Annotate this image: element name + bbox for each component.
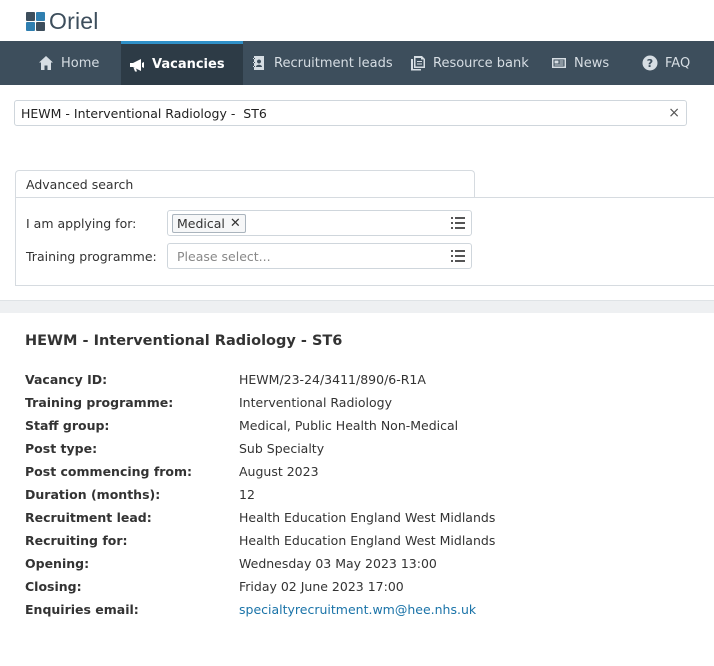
vacancy-search-input[interactable]: HEWM - Interventional Radiology - ST6 × xyxy=(14,100,687,126)
detail-row-closing: Closing: Friday 02 June 2023 17:00 xyxy=(25,579,495,602)
list-icon[interactable] xyxy=(451,217,465,229)
nav-label-news: News xyxy=(574,55,610,71)
nav-item-resource-bank[interactable]: Resource bank xyxy=(402,41,543,85)
detail-value: HEWM/23-24/3411/890/6-R1A xyxy=(239,372,426,387)
section-divider xyxy=(0,300,714,313)
advanced-search-panel: I am applying for: Medical ✕ Training pr… xyxy=(15,197,714,286)
nav-label-vacancies: Vacancies xyxy=(152,57,225,72)
megaphone-icon xyxy=(129,57,145,73)
oriel-logo-mark-icon xyxy=(24,10,46,32)
nav-item-faq[interactable]: ? FAQ xyxy=(630,41,714,85)
detail-value: Medical, Public Health Non-Medical xyxy=(239,418,459,433)
newspaper-icon xyxy=(551,55,567,71)
oriel-logo[interactable]: Oriel xyxy=(24,8,99,34)
detail-label: Recruitment lead: xyxy=(25,510,152,525)
detail-value: Interventional Radiology xyxy=(239,395,392,410)
detail-row-recruiting-for: Recruiting for: Health Education England… xyxy=(25,533,495,556)
detail-value: August 2023 xyxy=(239,464,319,479)
detail-label: Opening: xyxy=(25,556,90,571)
detail-value: Health Education England West Midlands xyxy=(239,510,496,525)
brand-name: Oriel xyxy=(49,7,99,34)
contact-book-icon xyxy=(251,55,267,71)
training-programme-label: Training programme: xyxy=(26,248,157,264)
applying-for-row: I am applying for: Medical ✕ xyxy=(26,210,472,236)
detail-label: Enquiries email: xyxy=(25,602,139,617)
search-value: HEWM - Interventional Radiology - ST6 xyxy=(21,105,267,121)
detail-value: 12 xyxy=(239,487,255,502)
detail-label: Vacancy ID: xyxy=(25,372,108,387)
detail-label: Post type: xyxy=(25,441,98,456)
selected-tag: Medical ✕ xyxy=(172,213,246,233)
training-programme-select[interactable]: Please select... xyxy=(167,243,472,269)
enquiries-email-link[interactable]: specialtyrecruitment.wm@hee.nhs.uk xyxy=(239,602,476,625)
training-programme-placeholder: Please select... xyxy=(177,248,271,264)
detail-row-opening: Opening: Wednesday 03 May 2023 13:00 xyxy=(25,556,495,579)
nav-item-vacancies[interactable]: Vacancies xyxy=(121,41,243,85)
detail-row-post-commencing: Post commencing from: August 2023 xyxy=(25,464,495,487)
remove-tag-icon[interactable]: ✕ xyxy=(230,216,241,231)
advanced-search-tab[interactable]: Advanced search xyxy=(15,170,475,198)
applying-for-label: I am applying for: xyxy=(26,215,137,231)
vacancy-details: Vacancy ID: HEWM/23-24/3411/890/6-R1A Tr… xyxy=(25,372,495,625)
detail-value: Wednesday 03 May 2023 13:00 xyxy=(239,556,437,571)
detail-row-duration: Duration (months): 12 xyxy=(25,487,495,510)
applying-for-select[interactable]: Medical ✕ xyxy=(167,210,472,236)
training-programme-row: Training programme: Please select... xyxy=(26,243,472,269)
list-icon[interactable] xyxy=(451,250,465,262)
detail-label: Staff group: xyxy=(25,418,110,433)
detail-row-recruitment-lead: Recruitment lead: Health Education Engla… xyxy=(25,510,495,533)
svg-text:?: ? xyxy=(647,57,653,70)
home-icon xyxy=(38,55,54,71)
detail-row-enquiries-email: Enquiries email: specialtyrecruitment.wm… xyxy=(25,602,495,625)
detail-label: Duration (months): xyxy=(25,487,161,502)
detail-label: Recruiting for: xyxy=(25,533,128,548)
nav-label-resource-bank: Resource bank xyxy=(433,55,529,71)
main-nav: Home Vacancies Recruitment leads Resourc… xyxy=(0,41,714,85)
vacancy-title: HEWM - Interventional Radiology - ST6 xyxy=(25,333,343,349)
detail-row-vacancy-id: Vacancy ID: HEWM/23-24/3411/890/6-R1A xyxy=(25,372,495,395)
clear-search-icon[interactable]: × xyxy=(668,105,680,121)
detail-value: Sub Specialty xyxy=(239,441,325,456)
documents-icon xyxy=(410,55,426,71)
detail-row-staff-group: Staff group: Medical, Public Health Non-… xyxy=(25,418,495,441)
detail-value: Health Education England West Midlands xyxy=(239,533,496,548)
detail-value: Friday 02 June 2023 17:00 xyxy=(239,579,404,594)
nav-label-faq: FAQ xyxy=(665,55,691,71)
nav-item-home[interactable]: Home xyxy=(0,41,121,85)
advanced-search-title: Advanced search xyxy=(26,177,134,192)
detail-label: Training programme: xyxy=(25,395,174,410)
nav-label-recruitment-leads: Recruitment leads xyxy=(274,55,393,71)
nav-label-home: Home xyxy=(61,55,100,71)
detail-row-training-programme: Training programme: Interventional Radio… xyxy=(25,395,495,418)
detail-label: Post commencing from: xyxy=(25,464,193,479)
nav-item-news[interactable]: News xyxy=(543,41,630,85)
nav-item-recruitment-leads[interactable]: Recruitment leads xyxy=(243,41,402,85)
detail-row-post-type: Post type: Sub Specialty xyxy=(25,441,495,464)
detail-label: Closing: xyxy=(25,579,82,594)
question-icon: ? xyxy=(642,55,658,71)
selected-tag-label: Medical xyxy=(177,215,225,231)
